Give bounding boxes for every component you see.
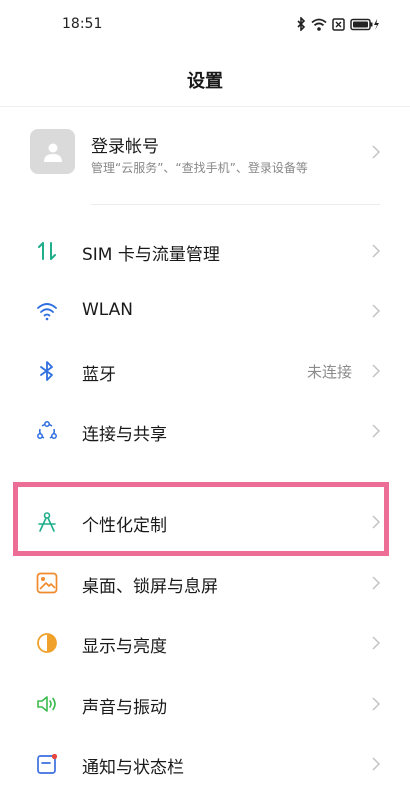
- wlan-item[interactable]: WLAN: [0, 281, 410, 341]
- notification-statusbar-item[interactable]: 通知与状态栏: [0, 734, 410, 794]
- sim-data-icon: [38, 242, 56, 260]
- account-subtitle: 管理“云服务”、“查找手机”、登录设备等: [91, 161, 308, 175]
- account-title: 登录帐号: [91, 137, 159, 157]
- chevron-right-icon: [372, 304, 381, 318]
- bluetooth-label: 蓝牙: [82, 365, 116, 385]
- display-brightness-label: 显示与亮度: [82, 637, 167, 657]
- sim-data-management-label: SIM 卡与流量管理: [82, 245, 220, 265]
- bluetooth-icon: [40, 361, 53, 381]
- battery-charging-icon: [350, 18, 379, 30]
- divider: [91, 204, 380, 205]
- sound-vibration-label: 声音与振动: [82, 698, 167, 718]
- chevron-right-icon: [372, 757, 381, 771]
- brightness-icon: [37, 633, 57, 653]
- user-avatar-icon: [30, 129, 75, 174]
- status-time: 18:51: [62, 16, 103, 32]
- chevron-right-icon: [372, 244, 381, 258]
- sound-vibration-item[interactable]: 声音与振动: [0, 674, 410, 734]
- wifi-icon: [311, 18, 327, 31]
- chevron-right-icon: [372, 576, 381, 590]
- connection-share-icon: [37, 421, 57, 439]
- highlight-box: [13, 482, 389, 556]
- header-divider: [0, 106, 410, 107]
- bluetooth-status: 未连接: [306, 363, 352, 381]
- desktop-lockscreen-item[interactable]: 桌面、锁屏与息屏: [0, 553, 410, 613]
- chevron-right-icon: [372, 145, 381, 159]
- status-bar: 18:51: [0, 0, 410, 52]
- desktop-lockscreen-label: 桌面、锁屏与息屏: [82, 577, 218, 597]
- bluetooth-item[interactable]: 蓝牙 未连接: [0, 341, 410, 401]
- chevron-right-icon: [372, 697, 381, 711]
- status-icons: [296, 17, 380, 31]
- sim-data-management-item[interactable]: SIM 卡与流量管理: [0, 221, 410, 281]
- connection-share-item[interactable]: 连接与共享: [0, 401, 410, 461]
- display-brightness-item[interactable]: 显示与亮度: [0, 613, 410, 673]
- sound-icon: [37, 696, 56, 712]
- notification-icon: [37, 753, 58, 774]
- connection-share-label: 连接与共享: [82, 425, 167, 445]
- wifi-icon: [37, 303, 57, 321]
- chevron-right-icon: [372, 364, 381, 378]
- bluetooth-icon: [297, 17, 306, 31]
- page-title: 设置: [187, 71, 223, 92]
- wlan-label: WLAN: [82, 300, 134, 320]
- chevron-right-icon: [372, 636, 381, 650]
- wallpaper-icon: [36, 572, 58, 594]
- notification-statusbar-label: 通知与状态栏: [82, 758, 184, 778]
- account-login-row[interactable]: 登录帐号 管理“云服务”、“查找手机”、登录设备等: [0, 118, 410, 188]
- sim-icon: [332, 17, 345, 31]
- chevron-right-icon: [372, 424, 381, 438]
